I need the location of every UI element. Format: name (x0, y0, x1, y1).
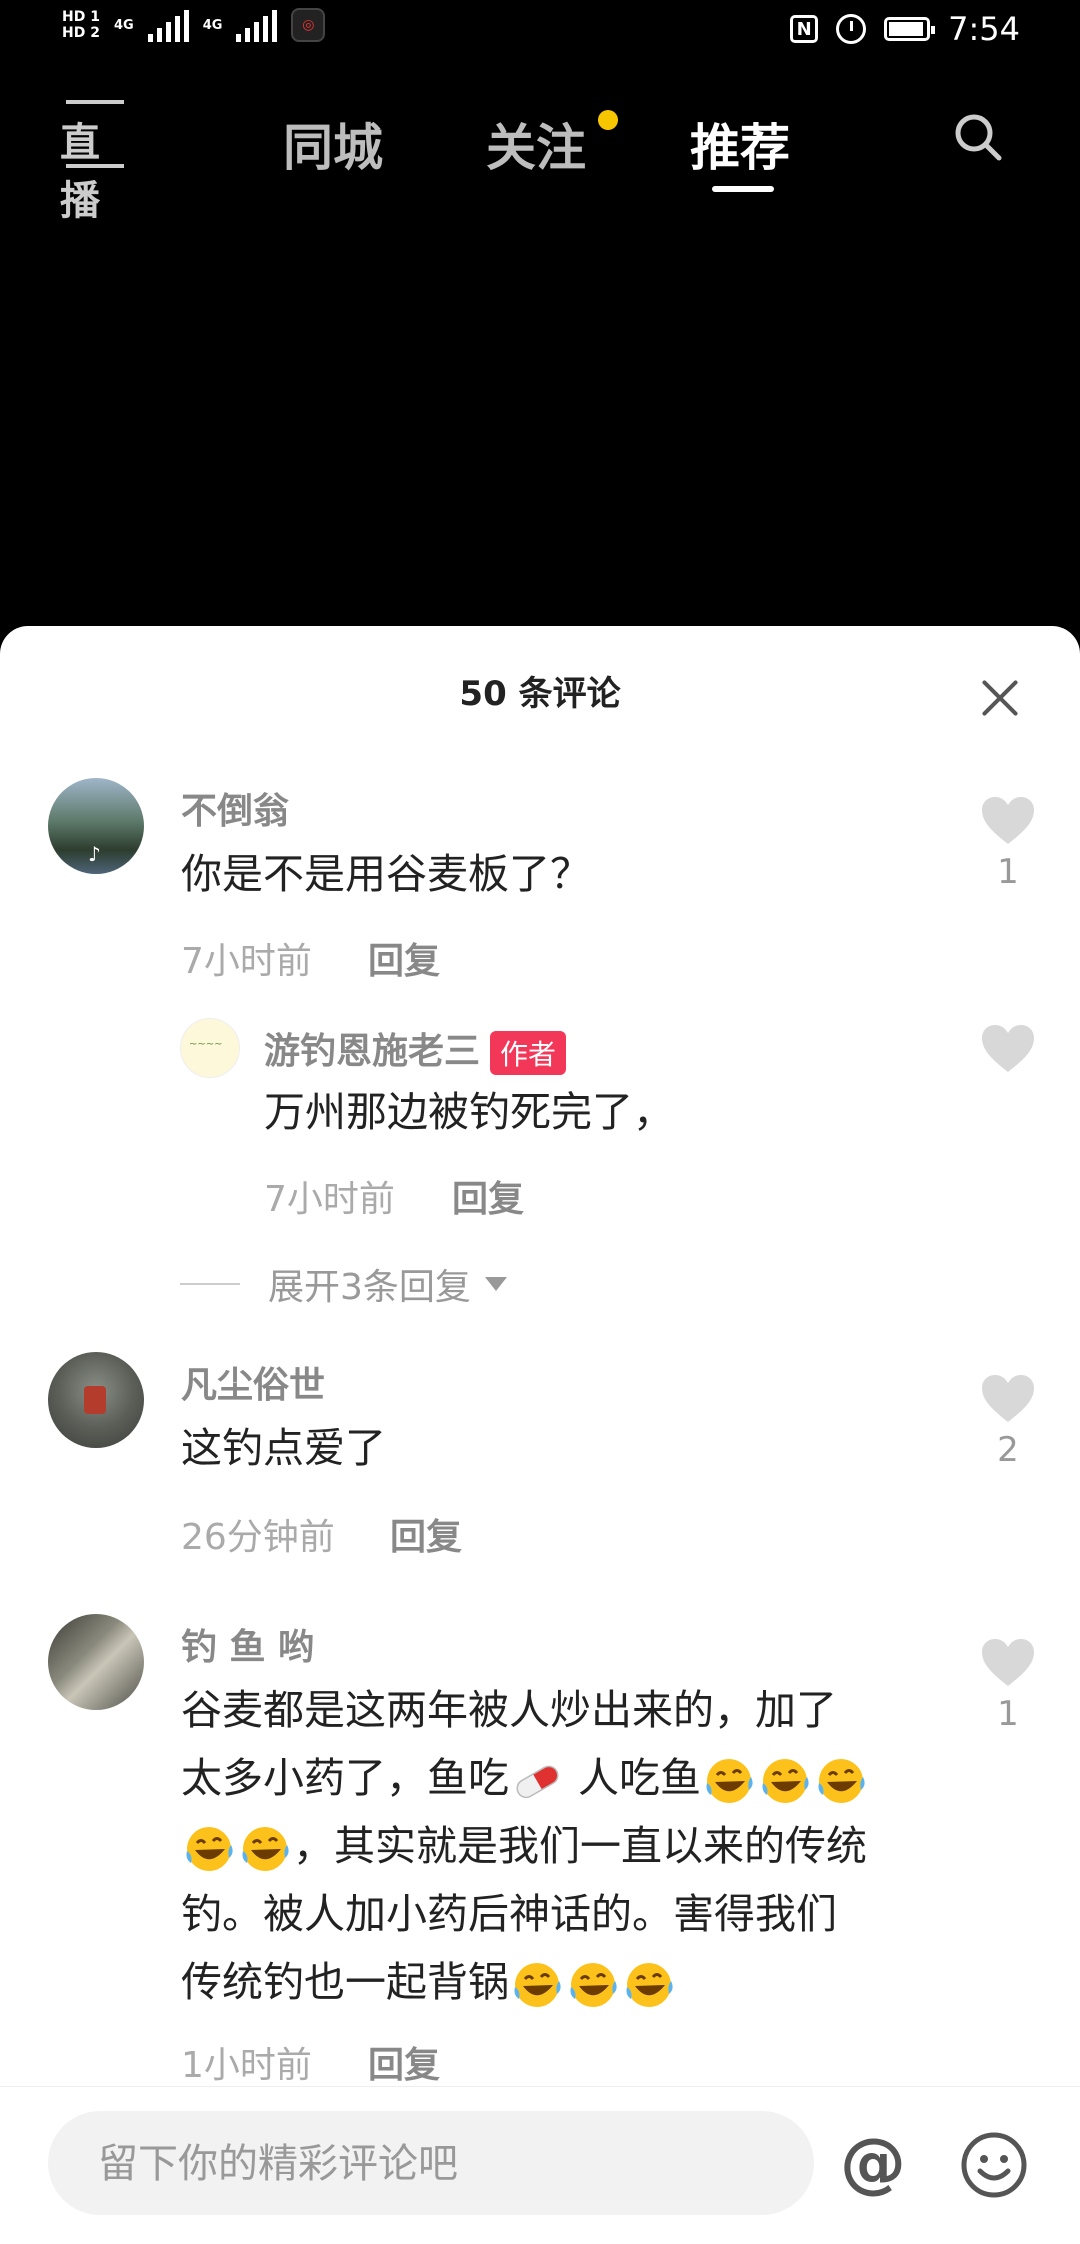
new-content-dot (598, 110, 618, 130)
comments-sheet: 50 条评论 ♪ 不倒翁 你是不是用谷麦板了？ 7小时前 回复 1 ~~~~ 游… (0, 626, 1080, 2244)
heart-icon (982, 1025, 1034, 1072)
comment-text-segment: 太多小药了，鱼吃 (181, 1754, 509, 1802)
comment-text-line: ，其实就是我们一直以来的传统 (181, 1812, 961, 1880)
live-label: 直播 (60, 120, 100, 224)
sim-indicators: HD 1 HD 2 (62, 9, 100, 41)
like-button[interactable]: 1 (978, 796, 1038, 892)
alarm-icon (836, 14, 867, 44)
network-type-1: 4G (113, 17, 134, 33)
search-icon[interactable] (953, 112, 1003, 162)
tab-following[interactable]: 关注 (486, 108, 586, 180)
like-button[interactable]: 2 (978, 1374, 1038, 1470)
comment-time: 1小时前 (181, 2045, 312, 2086)
comment-text-segment: 传统钓也一起背锅 (181, 1958, 509, 2006)
laugh-cry-emoji (626, 1963, 673, 2007)
divider (180, 1283, 240, 1285)
comment-text-segment: 人吃鱼 (565, 1754, 702, 1802)
smile-icon[interactable] (960, 2131, 1028, 2199)
status-bar: HD 1 HD 2 4G 4G ◎ N 7:54 (0, 0, 1080, 70)
laugh-cry-emoji (186, 1827, 233, 1871)
tiktok-logo-icon: ♪ (88, 842, 101, 866)
clock: 7:54 (948, 10, 1020, 48)
comment-time: 7小时前 (181, 941, 312, 982)
laugh-cry-emoji (706, 1759, 753, 1803)
comment-text-line: 钓。被人加小药后神话的。害得我们 (181, 1890, 837, 1938)
pill-emoji (516, 1765, 559, 1799)
laugh-cry-emoji (570, 1963, 617, 2007)
reply-username-text: 游钓恩施老三 (264, 1031, 481, 1072)
reply-button[interactable]: 回复 (368, 2036, 440, 2088)
like-button[interactable] (978, 1024, 1038, 1074)
reply-username[interactable]: 游钓恩施老三 作者 (264, 1022, 567, 1075)
heart-icon (982, 1639, 1034, 1686)
at-icon[interactable]: @ (840, 2127, 906, 2199)
avatar[interactable]: ~~~~ (180, 1018, 240, 1078)
like-count: 2 (997, 1430, 1019, 1470)
like-count: 1 (997, 1694, 1019, 1734)
comment-text-line: 谷麦都是这两年被人炒出来的，加了 (181, 1686, 837, 1734)
comment-input-bar: @ (0, 2086, 1080, 2244)
comment-text: 这钓点爱了 (181, 1424, 386, 1472)
tv-antenna-icon (66, 100, 124, 110)
laugh-cry-emoji (514, 1963, 561, 2007)
comment-username[interactable]: 钓 鱼 哟 (181, 1618, 314, 1670)
chevron-down-icon (484, 1277, 507, 1291)
battery-icon (884, 17, 936, 41)
sim1-label: HD (62, 9, 86, 25)
comment-time: 26分钟前 (181, 1517, 335, 1558)
comment-input-container[interactable] (48, 2111, 814, 2217)
avatar-logo-icon: ~~~~ (189, 1039, 223, 1050)
sim2-index: 2 (90, 25, 100, 41)
comment-text-segment: ，其实就是我们一直以来的传统 (293, 1822, 867, 1870)
comment-input[interactable] (96, 2111, 800, 2217)
heart-icon (982, 1375, 1034, 1422)
comment-username[interactable]: 不倒翁 (181, 782, 289, 834)
live-button[interactable]: 直播 (60, 100, 130, 224)
active-tab-indicator (712, 186, 774, 192)
signal-1-icon (147, 8, 189, 42)
close-icon[interactable] (980, 678, 1020, 718)
comments-title: 50 条评论 (459, 674, 621, 714)
avatar[interactable] (48, 1614, 144, 1710)
top-nav: 直播 同城 关注 推荐 (0, 70, 1080, 224)
reply-button[interactable]: 回复 (452, 1170, 524, 1222)
sim1-index: 1 (90, 9, 100, 25)
comment-text: 你是不是用谷麦板了？ (181, 850, 591, 898)
author-badge: 作者 (490, 1031, 567, 1075)
avatar[interactable] (48, 1352, 144, 1448)
laugh-cry-emoji (818, 1759, 865, 1803)
reply-time: 7小时前 (264, 1179, 395, 1220)
tv-base-icon (66, 164, 124, 168)
reply-text: 万州那边被钓死完了， (264, 1088, 674, 1136)
nfc-icon: N (790, 15, 819, 43)
expand-replies-label: 展开3条回复 (268, 1267, 471, 1308)
tab-recommended[interactable]: 推荐 (690, 108, 790, 180)
like-count: 1 (997, 852, 1019, 892)
avatar[interactable]: ♪ (48, 778, 144, 874)
laugh-cry-emoji (242, 1827, 289, 1871)
laugh-cry-emoji (762, 1759, 809, 1803)
expand-replies-button[interactable]: 展开3条回复 (180, 1258, 507, 1310)
sim2-label: HD (62, 25, 86, 41)
comment-text-line: 太多小药了，鱼吃 人吃鱼 (181, 1744, 961, 1812)
signal-2-icon (236, 8, 278, 42)
avatar-figure (84, 1386, 106, 1414)
app-notification-icon: ◎ (291, 8, 326, 42)
comment-text: 谷麦都是这两年被人炒出来的，加了 太多小药了，鱼吃 人吃鱼 ，其实就是我们一直以… (181, 1676, 961, 2016)
like-button[interactable]: 1 (978, 1638, 1038, 1734)
reply-button[interactable]: 回复 (368, 932, 440, 984)
comment-text-line: 传统钓也一起背锅 (181, 1948, 961, 2016)
tab-nearby[interactable]: 同城 (283, 108, 383, 180)
reply-button[interactable]: 回复 (390, 1508, 462, 1560)
comment-username[interactable]: 凡尘俗世 (181, 1356, 325, 1408)
network-type-2: 4G (202, 17, 223, 33)
heart-icon (982, 797, 1034, 844)
